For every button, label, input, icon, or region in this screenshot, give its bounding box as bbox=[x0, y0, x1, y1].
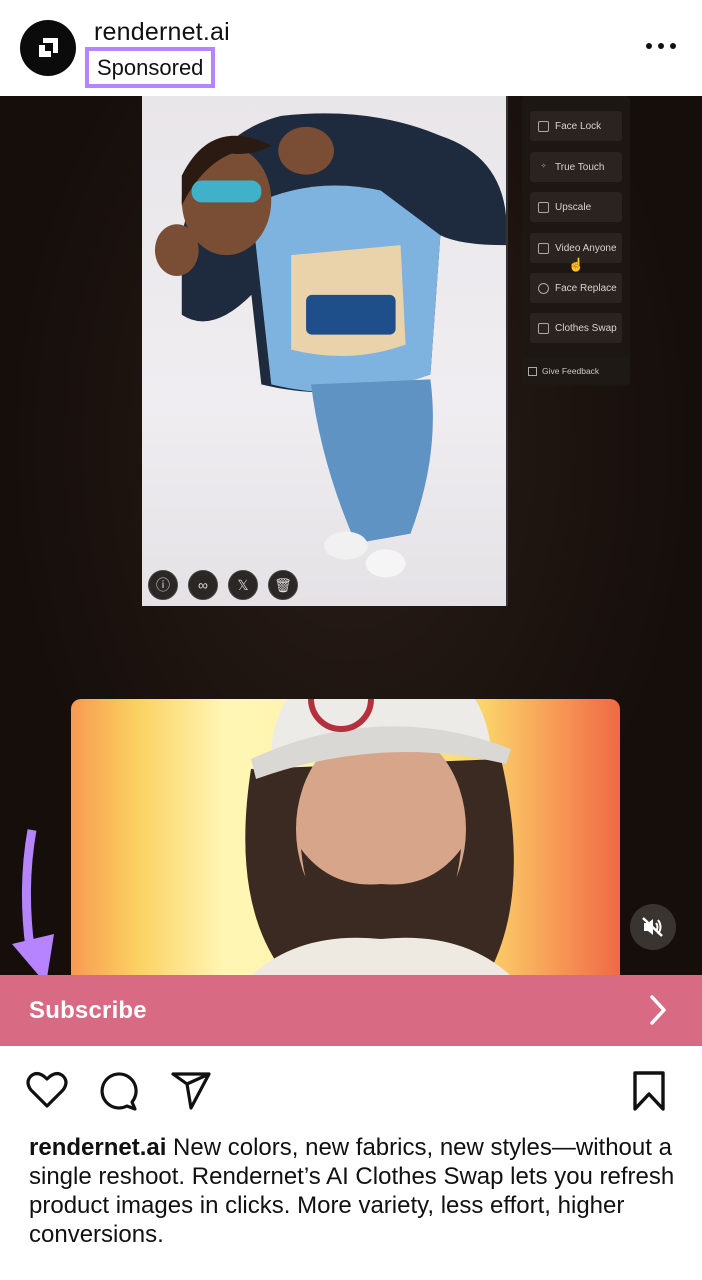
rendernet-logo-icon bbox=[38, 38, 58, 58]
heart-icon[interactable] bbox=[25, 1070, 69, 1110]
tool-face-replace[interactable]: Face Replace bbox=[530, 273, 622, 303]
tools-panel: Face Lock ✧ True Touch Upscale Video Anyo… bbox=[522, 96, 630, 386]
video-icon bbox=[538, 242, 549, 254]
more-dot bbox=[670, 43, 676, 49]
shirt-icon bbox=[538, 322, 549, 334]
sponsored-highlight: Sponsored bbox=[85, 47, 216, 88]
mute-toggle-button[interactable] bbox=[630, 904, 676, 950]
account-name[interactable]: rendernet.ai bbox=[94, 18, 230, 47]
upscale-icon bbox=[538, 201, 549, 213]
tool-label: Video Anyone bbox=[555, 242, 617, 254]
tool-true-touch[interactable]: ✧ True Touch bbox=[530, 152, 622, 182]
x-icon[interactable]: 𝕏 bbox=[228, 570, 258, 600]
muted-speaker-icon bbox=[642, 917, 663, 937]
bookmark-icon[interactable] bbox=[630, 1070, 668, 1112]
hand-cursor-icon: ☝ bbox=[568, 257, 585, 272]
annotation-arrow-icon bbox=[12, 829, 54, 984]
more-dot bbox=[658, 43, 664, 49]
avatar[interactable] bbox=[20, 20, 76, 76]
info-icon[interactable]: ⓘ bbox=[148, 570, 178, 600]
link-icon[interactable]: ∞ bbox=[188, 570, 218, 600]
presenter-video bbox=[71, 699, 620, 975]
tool-label: True Touch bbox=[555, 161, 605, 173]
tool-label: Face Lock bbox=[555, 120, 602, 132]
tool-upscale[interactable]: Upscale bbox=[530, 192, 622, 222]
chevron-right-icon bbox=[650, 995, 666, 1025]
feedback-label: Give Feedback bbox=[542, 366, 600, 376]
cta-label: Subscribe bbox=[29, 997, 147, 1024]
tool-label: Clothes Swap bbox=[555, 322, 617, 334]
face-lock-icon bbox=[538, 120, 549, 132]
more-horizontal-icon bbox=[646, 43, 652, 49]
sparkle-icon: ✧ bbox=[540, 162, 547, 170]
tool-label: Upscale bbox=[555, 201, 592, 213]
comment-icon[interactable] bbox=[98, 1070, 140, 1112]
sponsored-label: Sponsored bbox=[97, 55, 204, 80]
tool-clothes-swap[interactable]: Clothes Swap bbox=[530, 313, 622, 343]
post-header: rendernet.ai Sponsored bbox=[0, 0, 702, 96]
image-action-bar: ⓘ ∞ 𝕏 🗑 bbox=[148, 570, 298, 600]
presenter-figure-illustration bbox=[245, 699, 514, 975]
person-figure-illustration bbox=[154, 113, 506, 578]
send-icon[interactable] bbox=[170, 1070, 212, 1112]
smile-icon bbox=[538, 282, 549, 294]
post-media-video[interactable]: ⓘ ∞ 𝕏 🗑 Face Lock ✧ True Touch Upscale Vi… bbox=[0, 96, 702, 975]
caption-username[interactable]: rendernet.ai bbox=[29, 1134, 166, 1161]
post-caption: rendernet.ai New colors, new fabrics, ne… bbox=[29, 1133, 679, 1249]
generated-image: ⓘ ∞ 𝕏 🗑 bbox=[142, 96, 508, 606]
feedback-icon bbox=[528, 366, 537, 376]
give-feedback-button[interactable]: Give Feedback bbox=[522, 358, 630, 384]
more-options-button[interactable] bbox=[646, 36, 676, 56]
tool-label: Face Replace bbox=[555, 282, 617, 294]
tool-face-lock[interactable]: Face Lock bbox=[530, 111, 622, 141]
post-actions bbox=[0, 1046, 702, 1136]
subscribe-cta-button[interactable]: Subscribe bbox=[0, 975, 702, 1046]
trash-icon[interactable]: 🗑 bbox=[268, 570, 298, 600]
